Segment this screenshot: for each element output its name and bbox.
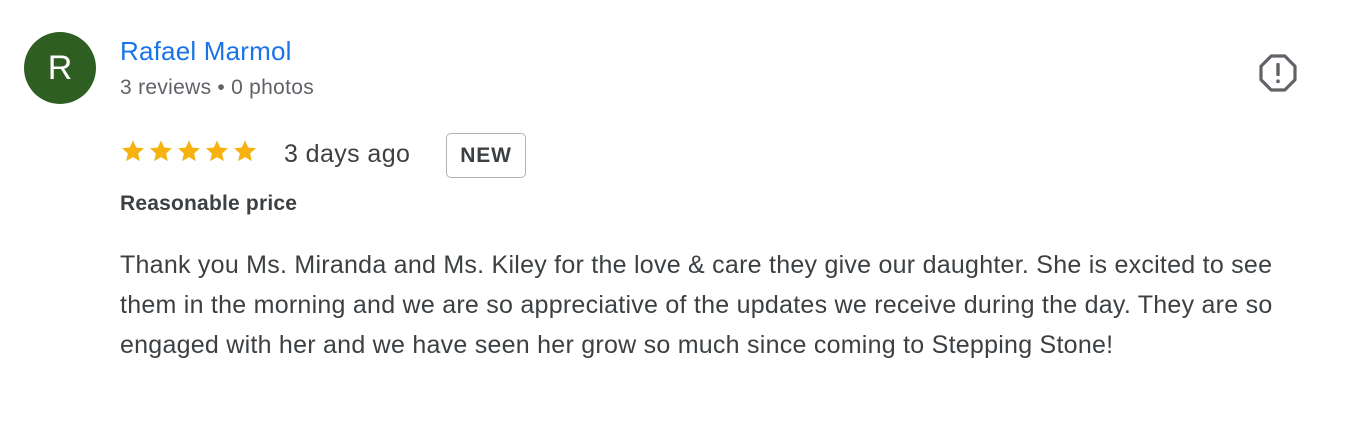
photos-count: 0 photos (231, 76, 315, 99)
star-icon (122, 140, 144, 162)
report-button[interactable] (1258, 53, 1298, 93)
reviewer-name-link[interactable]: Rafael Marmol (120, 36, 292, 67)
review-text: Thank you Ms. Miranda and Ms. Kiley for … (120, 251, 1273, 359)
reviews-count: 3 reviews (120, 76, 212, 99)
review-attribute: Reasonable price (120, 192, 298, 215)
report-flag-icon (1259, 54, 1297, 92)
star-icon (234, 140, 256, 162)
avatar-letter: R (47, 48, 73, 87)
star-icon (150, 140, 172, 162)
star-rating (120, 138, 258, 172)
new-badge: NEW (446, 133, 526, 178)
meta-separator: • (217, 76, 226, 99)
reviewer-meta: 3 reviews • 0 photos (120, 76, 314, 100)
review-date: 3 days ago (284, 140, 411, 168)
star-icon (206, 140, 228, 162)
avatar[interactable]: R (24, 32, 96, 104)
star-icon (178, 140, 200, 162)
